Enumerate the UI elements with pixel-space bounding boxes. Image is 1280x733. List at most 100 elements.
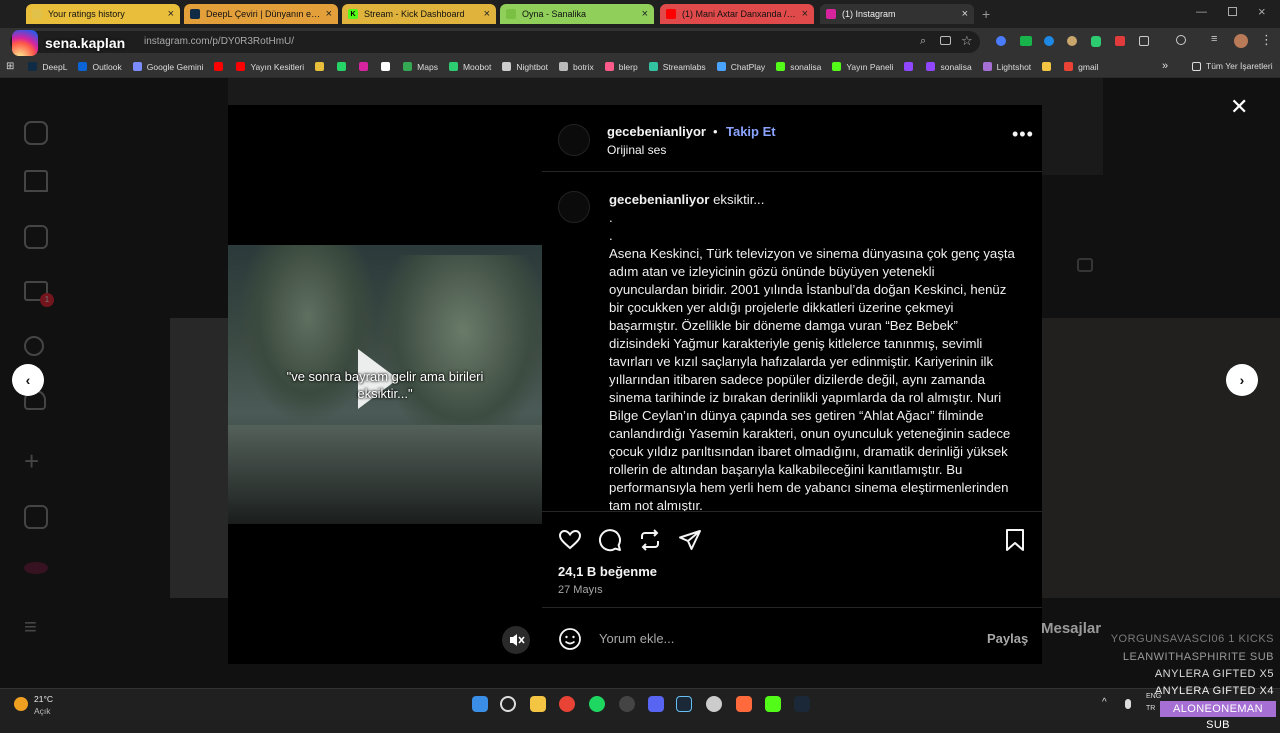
bookmark-item[interactable] xyxy=(381,62,395,71)
chrome-icon[interactable] xyxy=(559,696,575,712)
weather-condition[interactable]: Açık xyxy=(34,706,51,716)
tab-deepl[interactable]: DeepL Çeviri | Dünyanın en isabetli × xyxy=(184,4,338,24)
obs-icon[interactable] xyxy=(619,696,635,712)
bookmark-item[interactable]: sonalisa xyxy=(926,62,972,72)
app-icon[interactable] xyxy=(736,696,752,712)
bookmark-item[interactable]: Yayın Paneli xyxy=(832,62,893,72)
cast-icon[interactable] xyxy=(940,36,951,45)
extension-icon[interactable] xyxy=(1044,36,1054,46)
bookmark-item[interactable]: Nightbot xyxy=(502,62,548,72)
spotify-icon[interactable] xyxy=(589,696,605,712)
video-subtitle: "ve sonra bayram gelir ama birileri eksi… xyxy=(286,369,484,401)
kick-icon[interactable] xyxy=(765,696,781,712)
bookmark-item[interactable]: gmail xyxy=(1064,62,1098,72)
app-icon[interactable] xyxy=(706,696,722,712)
emoji-icon[interactable] xyxy=(558,627,582,651)
bookmark-item[interactable]: Outlook xyxy=(78,62,122,72)
shield-icon[interactable] xyxy=(1091,36,1101,47)
apps-icon[interactable]: ⊞ xyxy=(6,61,14,72)
bookmark-item[interactable] xyxy=(315,62,329,71)
bookmark-item[interactable]: Google Gemini xyxy=(132,62,203,72)
minimize-button[interactable]: — xyxy=(1196,6,1207,18)
start-icon[interactable] xyxy=(472,696,488,712)
extension-icon[interactable] xyxy=(1067,36,1077,46)
tab-instagram[interactable]: (1) Instagram × xyxy=(820,4,974,24)
weather-temperature[interactable]: 21°C xyxy=(34,694,53,704)
comment-icon[interactable] xyxy=(598,528,622,552)
bookmark-item[interactable]: Moobot xyxy=(448,62,491,72)
close-icon[interactable]: × xyxy=(168,8,174,20)
caption-author[interactable]: gecebenianliyor xyxy=(609,192,709,207)
previous-post-button[interactable]: ‹ xyxy=(12,364,44,396)
next-post-button[interactable]: › xyxy=(1226,364,1258,396)
post-author[interactable]: gecebenianliyor xyxy=(607,124,706,139)
bookmark-icon[interactable] xyxy=(1004,528,1026,552)
puzzle-icon[interactable] xyxy=(1139,36,1149,46)
zoom-icon[interactable]: ⌕ xyxy=(920,35,926,48)
close-icon[interactable]: × xyxy=(802,8,808,20)
audio-label[interactable]: Orijinal ses xyxy=(607,143,666,157)
weather-icon[interactable] xyxy=(14,697,28,711)
chevron-up-icon[interactable]: ^ xyxy=(1102,697,1107,708)
extension-icon[interactable] xyxy=(996,36,1006,46)
microphone-icon[interactable] xyxy=(1125,699,1131,709)
bookmark-item[interactable] xyxy=(337,62,351,71)
close-icon[interactable]: ✕ xyxy=(1230,94,1248,120)
bookmark-item[interactable]: ChatPlay xyxy=(716,62,765,72)
messages-label[interactable]: Mesajlar xyxy=(1041,620,1101,637)
comment-input[interactable]: Yorum ekle... xyxy=(599,631,674,646)
bookmark-item[interactable]: Maps xyxy=(403,62,438,72)
language-secondary[interactable]: TR xyxy=(1146,705,1155,712)
bookmark-item[interactable]: botrix xyxy=(558,62,594,72)
star-icon[interactable]: ☆ xyxy=(961,33,973,49)
mute-button[interactable] xyxy=(502,626,530,654)
share-icon[interactable] xyxy=(678,528,702,552)
avatar[interactable] xyxy=(558,124,590,156)
close-icon[interactable]: × xyxy=(326,8,332,20)
tab-title: (1) Instagram xyxy=(842,9,896,19)
new-tab-button[interactable]: + xyxy=(982,6,990,22)
bookmark-item[interactable]: Yayın Kesitleri xyxy=(236,62,304,72)
post-comment-button[interactable]: Paylaş xyxy=(987,631,1028,646)
bookmark-item[interactable]: Streamlabs xyxy=(648,62,706,72)
download-icon[interactable] xyxy=(1176,35,1186,45)
menu-icon[interactable]: ⋮ xyxy=(1260,32,1273,48)
bookmark-item[interactable]: sonalisa xyxy=(776,62,821,72)
tab-sanalika[interactable]: Oyna - Sanalika × xyxy=(500,4,654,24)
bookmark-item[interactable]: Lightshot xyxy=(982,62,1031,72)
close-icon[interactable]: × xyxy=(962,8,968,20)
bookmark-item[interactable] xyxy=(359,62,373,71)
steam-icon[interactable] xyxy=(676,696,692,712)
avatar[interactable] xyxy=(558,191,590,223)
close-icon[interactable]: × xyxy=(484,8,490,20)
like-count[interactable]: 24,1 B beğenme xyxy=(558,564,657,579)
video-player[interactable]: "ve sonra bayram gelir ama birileri eksi… xyxy=(228,105,542,664)
tab-kick-dashboard[interactable]: K Stream - Kick Dashboard × xyxy=(342,4,496,24)
search-icon[interactable] xyxy=(500,696,516,712)
all-bookmarks-folder[interactable]: Tüm Yer İşaretleri xyxy=(1192,61,1273,71)
repost-icon[interactable] xyxy=(638,528,662,552)
bookmark-item[interactable]: blerp xyxy=(604,62,638,72)
discord-icon[interactable] xyxy=(648,696,664,712)
separator-dot: • xyxy=(713,124,718,139)
extension-icon[interactable] xyxy=(1020,36,1032,46)
bookmark-item[interactable] xyxy=(904,62,918,71)
tab-ratings-history[interactable]: Your ratings history × xyxy=(26,4,180,24)
bookmarks-more-button[interactable]: » xyxy=(1162,60,1168,72)
bookmark-item[interactable] xyxy=(214,62,228,71)
omnibox[interactable]: instagram.com/p/DY0R3RotHmU/ ⌕ ☆ xyxy=(10,31,980,53)
close-window-button[interactable]: × xyxy=(1258,4,1266,19)
bookmark-item[interactable]: DeepL xyxy=(28,62,67,72)
file-explorer-icon[interactable] xyxy=(530,696,546,712)
avatar[interactable] xyxy=(1234,34,1248,48)
extension-icon[interactable] xyxy=(1115,36,1125,46)
bookmark-item[interactable] xyxy=(1042,62,1056,71)
tab-youtube[interactable]: (1) Mani Axtar Danxanda / (yeni) × xyxy=(660,4,814,24)
close-icon[interactable]: × xyxy=(642,8,648,20)
like-heart-icon[interactable] xyxy=(558,528,582,552)
reading-list-icon[interactable]: ≡ xyxy=(1211,33,1217,45)
follow-button[interactable]: Takip Et xyxy=(726,124,776,139)
steam-icon[interactable] xyxy=(794,696,810,712)
maximize-button[interactable] xyxy=(1228,7,1237,16)
more-options-icon[interactable]: ••• xyxy=(1012,125,1034,143)
